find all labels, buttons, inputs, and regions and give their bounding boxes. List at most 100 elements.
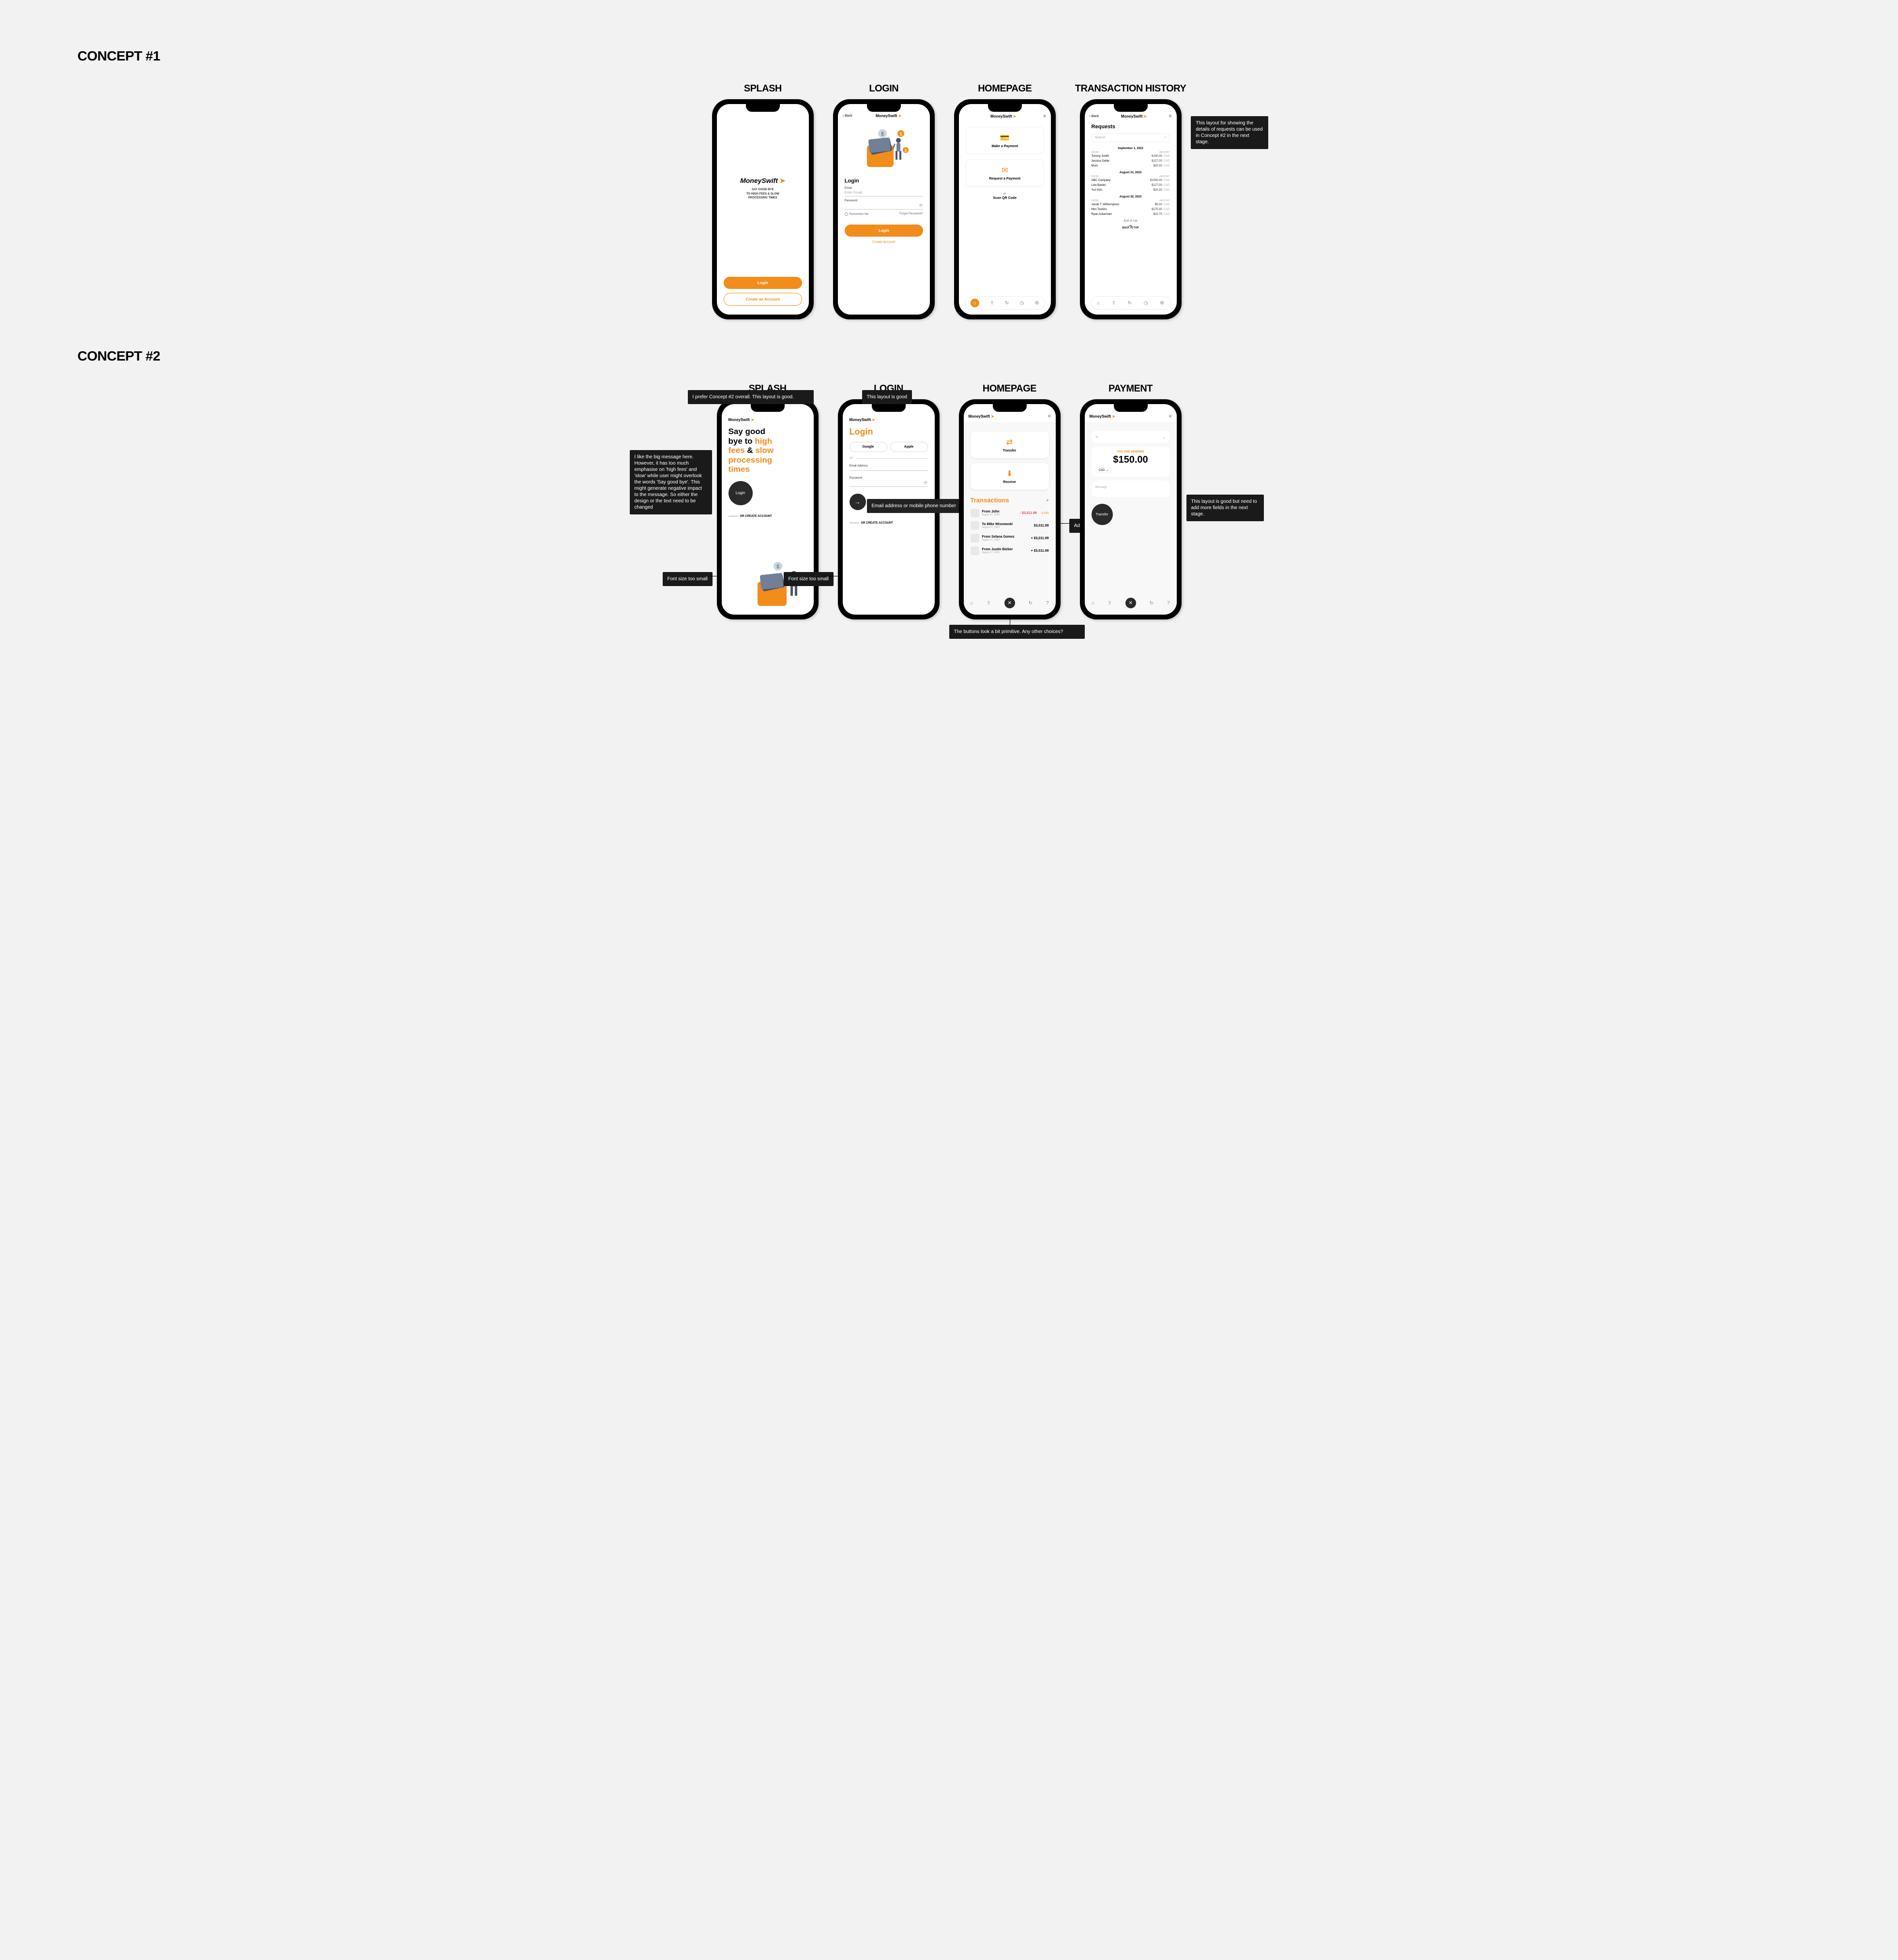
make-payment-card[interactable]: 💳Make a Payment xyxy=(966,127,1044,154)
nav-home-icon[interactable]: ⌂ xyxy=(970,601,973,606)
create-account-button[interactable]: Create an Account xyxy=(724,293,802,306)
label-home-2: HOMEPAGE xyxy=(983,383,1036,394)
nav-settings-icon[interactable]: ⚙ xyxy=(1035,301,1039,306)
apple-login-button[interactable]: Apple xyxy=(890,442,928,452)
back-button[interactable]: ‹ Back xyxy=(1090,115,1099,118)
annotation: Email address or mobile phone number xyxy=(867,499,964,513)
request-row[interactable]: Tommy Smith$100.00CAD xyxy=(1085,154,1177,159)
nav-clock-icon[interactable]: ◷ xyxy=(1020,301,1024,306)
request-payment-card[interactable]: ✉Request a Payment xyxy=(966,159,1044,187)
nav-history-icon[interactable]: ↻ xyxy=(1029,601,1033,606)
hero-message: Say good bye to high fees & slow process… xyxy=(729,427,807,474)
menu-icon[interactable]: ≡ xyxy=(1169,114,1172,119)
concept-1-title: CONCEPT #1 xyxy=(77,48,1879,64)
password-input[interactable]: 👁 xyxy=(845,202,923,210)
password-input[interactable]: 👁 xyxy=(850,480,928,487)
transaction-row[interactable]: From Selana GomezAugust 27, 2023+ $3,011… xyxy=(971,532,1049,544)
tagline: SAY GOOD BYETO HIGH FEES & SLOWPROCESSIN… xyxy=(746,188,779,200)
back-button[interactable]: ‹ Back xyxy=(843,114,852,118)
request-row[interactable]: Ryan Ackerman$20.75CAD xyxy=(1085,212,1177,217)
nav-history-icon[interactable]: ↻ xyxy=(1150,601,1154,606)
request-row[interactable]: Yuri Kim$20.00CAD xyxy=(1085,188,1177,193)
request-row[interactable]: Hiro Toshiro$175.00CAD xyxy=(1085,207,1177,212)
svg-text:$: $ xyxy=(881,131,884,137)
label-payment: PAYMENT xyxy=(1108,383,1153,394)
date-header: August 31, 2023 xyxy=(1085,171,1177,174)
or-divider: or xyxy=(966,193,1044,196)
request-row[interactable]: Mom$20.00CAD xyxy=(1085,164,1177,168)
forgot-password-link[interactable]: Forgot Password? xyxy=(899,212,923,216)
transfer-card[interactable]: ⇄Transfer xyxy=(971,432,1049,458)
back-to-top-button[interactable]: BACK TO TOP xyxy=(1085,224,1177,229)
brand-logo: MoneySwift ➤ xyxy=(1121,114,1147,119)
brand-logo: MoneySwift ➤ xyxy=(850,418,928,422)
recipient-field[interactable]: To⌄ xyxy=(1092,431,1170,443)
request-row[interactable]: Levi Baxter$127.00CAD xyxy=(1085,183,1177,188)
login-button[interactable]: Login xyxy=(845,225,923,237)
nav-settings-icon[interactable]: ⚙ xyxy=(1160,301,1164,306)
amount-value: $150.00 xyxy=(1095,454,1166,466)
annotation: This layout is good xyxy=(862,390,912,404)
request-row[interactable]: ABC Company$1000.00CAD xyxy=(1085,178,1177,183)
chevron-down-icon: ⌄ xyxy=(1106,468,1108,472)
receive-card[interactable]: ⬇Receive xyxy=(971,463,1049,490)
scan-qr-link[interactable]: Scan QR Code xyxy=(966,196,1044,200)
search-icon[interactable]: ⌕ xyxy=(1046,498,1048,503)
login-button[interactable]: Login xyxy=(729,481,753,505)
nav-home-icon[interactable]: ⌂ xyxy=(971,299,979,307)
login-title: Login xyxy=(845,178,923,184)
amount-card[interactable]: YOU ARE SENDING $150.00 CAD ⌄ xyxy=(1092,447,1170,477)
request-row[interactable]: Jacob T. Witherspoon$5.00CAD xyxy=(1085,202,1177,207)
brand-logo: MoneySwift ➤ xyxy=(740,177,785,185)
brand-arrow-icon: ➤ xyxy=(780,177,786,184)
search-icon: ⌕ xyxy=(1165,136,1167,140)
transfer-button[interactable]: Transfer xyxy=(1092,504,1113,525)
login-button[interactable]: Login xyxy=(724,277,802,289)
transaction-row[interactable]: From Justin BieberAugust 27, 2023+ $3,01… xyxy=(971,544,1049,557)
remember-me-checkbox[interactable]: Remember Me xyxy=(845,212,869,216)
annotation: The buttons look a bit primitive. Any ot… xyxy=(949,625,1085,639)
nav-clock-icon[interactable]: ◷ xyxy=(1144,301,1148,306)
nav-send-icon[interactable]: ⇧ xyxy=(1108,601,1111,606)
annotation: Font size too small xyxy=(784,572,834,586)
google-login-button[interactable]: Google xyxy=(850,442,887,452)
label-home-1: HOMEPAGE xyxy=(978,83,1032,94)
date-header: September 1, 2023 xyxy=(1085,147,1177,150)
email-input[interactable]: Enter Email xyxy=(845,190,923,196)
search-input[interactable]: Search⌕ xyxy=(1092,134,1170,142)
nav-send-icon[interactable]: ⇧ xyxy=(990,301,994,306)
nav-help-icon[interactable]: ? xyxy=(1046,601,1049,606)
menu-icon[interactable]: ≡ xyxy=(1048,414,1051,419)
nav-help-icon[interactable]: ? xyxy=(1167,601,1170,606)
submit-button[interactable]: → xyxy=(850,494,866,510)
eye-icon[interactable]: 👁 xyxy=(919,204,923,208)
message-field[interactable]: Message xyxy=(1092,481,1170,497)
nav-transfer-icon[interactable]: ✕ xyxy=(1125,598,1136,608)
brand-logo: MoneySwift ➤ xyxy=(876,114,901,118)
create-account-link[interactable]: Create Account xyxy=(845,241,923,244)
bottom-nav: ⌂ ⇧ ✕ ↻ ? xyxy=(1085,596,1177,610)
brand-logo: MoneySwift ➤ xyxy=(990,114,1016,119)
request-row[interactable]: Jessica Geller$127.00CAD xyxy=(1085,159,1177,164)
nav-history-icon[interactable]: ↻ xyxy=(1128,301,1132,306)
nav-history-icon[interactable]: ↻ xyxy=(1005,301,1009,306)
menu-icon[interactable]: ≡ xyxy=(1043,114,1046,119)
nav-transfer-icon[interactable]: ✕ xyxy=(1004,598,1015,608)
label-login-1: LOGIN xyxy=(869,83,898,94)
create-account-link[interactable]: OR CREATE ACCOUNT xyxy=(850,522,928,525)
menu-icon[interactable]: ≡ xyxy=(1169,414,1172,419)
eye-icon[interactable]: 👁 xyxy=(924,481,928,485)
brand-logo: MoneySwift ➤ xyxy=(729,418,807,422)
create-account-link[interactable]: OR CREATE ACCOUNT xyxy=(729,515,807,518)
currency-selector[interactable]: CAD ⌄ xyxy=(1095,467,1112,473)
nav-home-icon[interactable]: ⌂ xyxy=(1091,601,1094,606)
email-input[interactable] xyxy=(850,467,928,471)
nav-home-icon[interactable]: ⌂ xyxy=(1097,301,1100,306)
login-title: Login xyxy=(850,427,928,437)
avatar-placeholder xyxy=(971,546,979,555)
transaction-row[interactable]: To Mike WisnowskiAugust 27, 2023$3,011.9… xyxy=(971,519,1049,532)
brand-logo: MoneySwift ➤ xyxy=(969,414,994,419)
nav-send-icon[interactable]: ⇧ xyxy=(987,601,990,606)
transaction-row[interactable]: From JohnAugust 27, 2023- $3,011.99- 4,9… xyxy=(971,507,1049,519)
nav-send-icon[interactable]: ⇧ xyxy=(1112,301,1116,306)
